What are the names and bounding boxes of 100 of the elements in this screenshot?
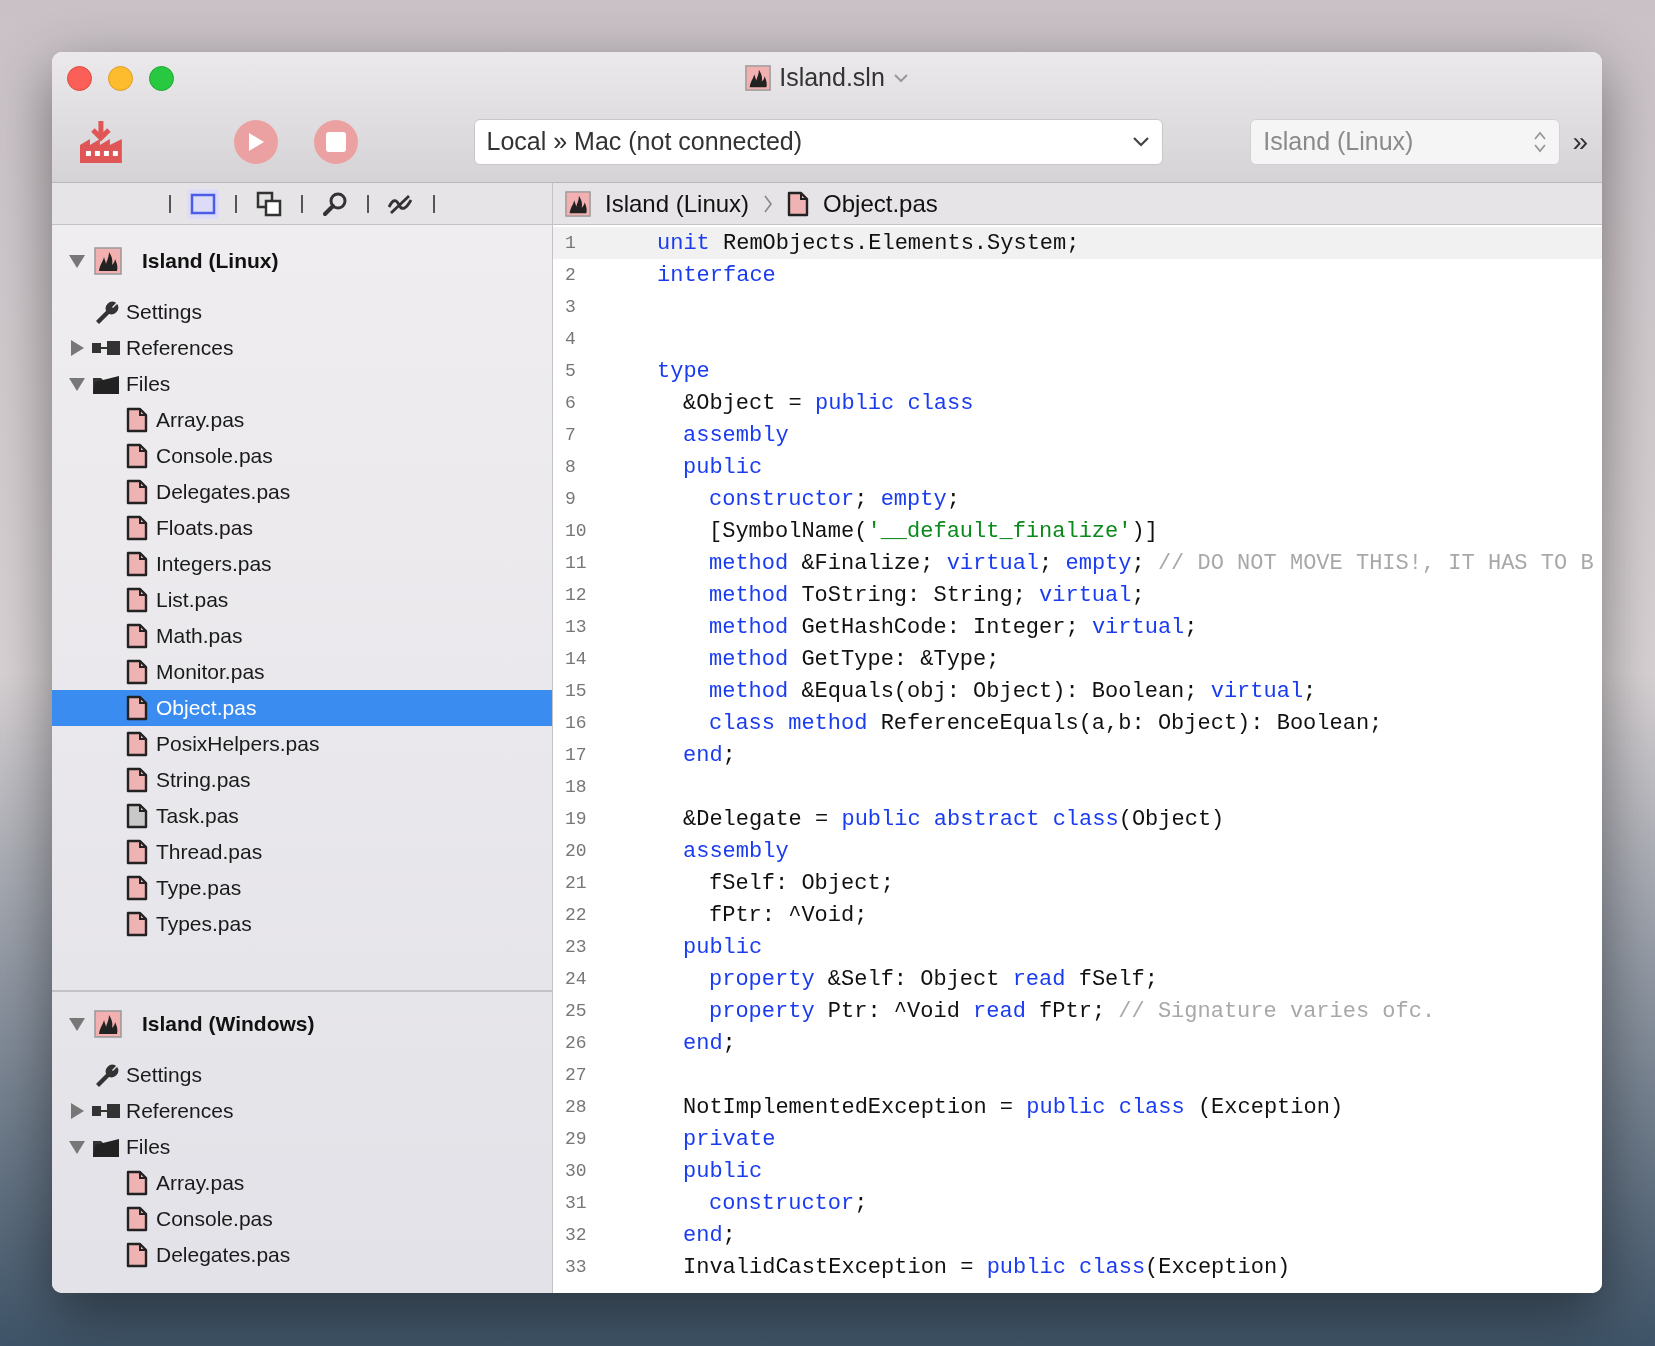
tree-item[interactable]: Settings (52, 1057, 552, 1093)
file-item[interactable]: Console.pas (52, 1201, 552, 1237)
references-icon (91, 338, 121, 358)
line-number: 26 (564, 1031, 588, 1055)
disclosure-triangle-icon[interactable] (68, 1138, 86, 1156)
breadcrumb-item[interactable]: Object.pas (823, 185, 938, 222)
file-item[interactable]: Math.pas (52, 618, 552, 654)
code-line: public (683, 933, 763, 962)
code-line: property &Self: Object read fSelf; (709, 965, 1158, 994)
code-line: constructor; (709, 1189, 868, 1218)
code-line: InvalidCastException = public class(Exception) (683, 1253, 1291, 1282)
file-icon (787, 190, 810, 217)
file-item[interactable]: Monitor.pas (52, 654, 552, 690)
file-item[interactable]: Delegates.pas (52, 474, 552, 510)
line-number: 15 (564, 679, 588, 703)
file-item[interactable]: Array.pas (52, 1165, 552, 1201)
diff-icon (387, 192, 415, 215)
disclosure-triangle-icon[interactable] (68, 1102, 86, 1120)
file-item[interactable]: Integers.pas (52, 546, 552, 582)
file-item[interactable]: String.pas (52, 762, 552, 798)
line-number: 18 (564, 775, 588, 799)
breadcrumb-item[interactable]: Island (Linux) (605, 185, 750, 222)
close-button[interactable] (67, 66, 92, 91)
project-title[interactable]: Island (Windows) (142, 1008, 315, 1040)
file-item[interactable]: Array.pas (52, 402, 552, 438)
file-item[interactable]: List.pas (52, 582, 552, 618)
overflow-button[interactable]: » (1572, 121, 1588, 163)
code-line: end; (683, 741, 736, 770)
file-item[interactable]: PosixHelpers.pas (52, 726, 552, 762)
tree-item[interactable]: Files (52, 366, 552, 402)
device-dropdown[interactable]: Local » Mac (not connected) (473, 119, 1164, 165)
build-icon[interactable] (78, 119, 124, 165)
line-number: 14 (564, 647, 588, 671)
wrench-icon (93, 299, 119, 325)
window-title: Island.sln (779, 62, 885, 94)
line-number: 2 (564, 263, 577, 287)
tree-item[interactable]: Settings (52, 294, 552, 330)
line-number: 7 (564, 423, 577, 447)
up-down-chevron-icon (1533, 129, 1548, 155)
line-number: 27 (564, 1063, 588, 1087)
code-line: &Delegate = public abstract class(Object) (683, 805, 1225, 834)
line-number: 9 (564, 487, 577, 511)
code-line: end; (683, 1029, 736, 1058)
file-item[interactable]: Floats.pas (52, 510, 552, 546)
file-item[interactable]: Type.pas (52, 870, 552, 906)
code-line: interface (657, 261, 776, 290)
code-line: method &Equals(obj: Object): Boolean; virtual; (709, 677, 1317, 706)
line-number: 4 (564, 327, 577, 351)
project-title[interactable]: Island (Linux) (142, 245, 279, 277)
rectangle-icon (190, 192, 216, 215)
file-item[interactable]: Delegates.pas (52, 1237, 552, 1273)
line-number: 10 (564, 519, 588, 543)
references-icon (91, 1101, 121, 1121)
stop-icon (325, 132, 346, 152)
tree-item[interactable]: References (52, 1093, 552, 1129)
code-line: class method ReferenceEquals(a,b: Object): Boolean; (709, 709, 1383, 738)
code-line: public (683, 453, 763, 482)
line-number: 11 (564, 551, 588, 575)
disclosure-triangle-icon[interactable] (68, 252, 86, 270)
line-number: 31 (564, 1191, 588, 1215)
flame-icon (94, 1010, 122, 1038)
line-number: 1 (564, 231, 577, 255)
line-number: 20 (564, 839, 588, 863)
code-line: method GetType: &Type; (709, 645, 1000, 674)
line-number: 28 (564, 1095, 588, 1119)
chevron-right-icon (763, 193, 774, 214)
flame-icon (565, 190, 591, 217)
copy-icon (256, 190, 282, 217)
file-item[interactable]: Types.pas (52, 906, 552, 942)
tree-item[interactable]: References (52, 330, 552, 366)
line-number: 17 (564, 743, 588, 767)
line-number: 12 (564, 583, 588, 607)
code-line: fSelf: Object; (709, 869, 894, 898)
code-line: unit RemObjects.Elements.System; (657, 229, 1080, 258)
code-line: assembly (683, 421, 789, 450)
flame-icon (94, 247, 122, 275)
code-line: [SymbolName('__default_finalize')] (709, 517, 1158, 546)
file-item[interactable]: Console.pas (52, 438, 552, 474)
code-line: assembly (683, 837, 789, 866)
line-number: 3 (564, 295, 577, 319)
tree-item[interactable]: Files (52, 1129, 552, 1165)
line-number: 21 (564, 871, 588, 895)
line-number: 6 (564, 391, 577, 415)
disclosure-triangle-icon[interactable] (68, 1015, 86, 1033)
project-tab[interactable] (187, 188, 219, 219)
disclosure-triangle-icon[interactable] (68, 375, 86, 393)
code-line: method &Finalize; virtual; empty; // DO NOT MOVE THIS!, IT HAS TO B (709, 549, 1594, 578)
code-line: method ToString: String; virtual; (709, 581, 1145, 610)
code-line: type (657, 357, 710, 386)
line-number: 5 (564, 359, 577, 383)
maximize-button[interactable] (149, 66, 174, 91)
chevron-down-icon[interactable] (892, 73, 909, 83)
code-line: &Object = public class (683, 389, 974, 418)
line-number: 30 (564, 1159, 588, 1183)
file-item[interactable]: Task.pas (52, 798, 552, 834)
flame-icon (745, 65, 772, 91)
file-item[interactable]: Thread.pas (52, 834, 552, 870)
disclosure-triangle-icon[interactable] (68, 339, 86, 357)
line-number: 22 (564, 903, 588, 927)
line-number: 23 (564, 935, 588, 959)
